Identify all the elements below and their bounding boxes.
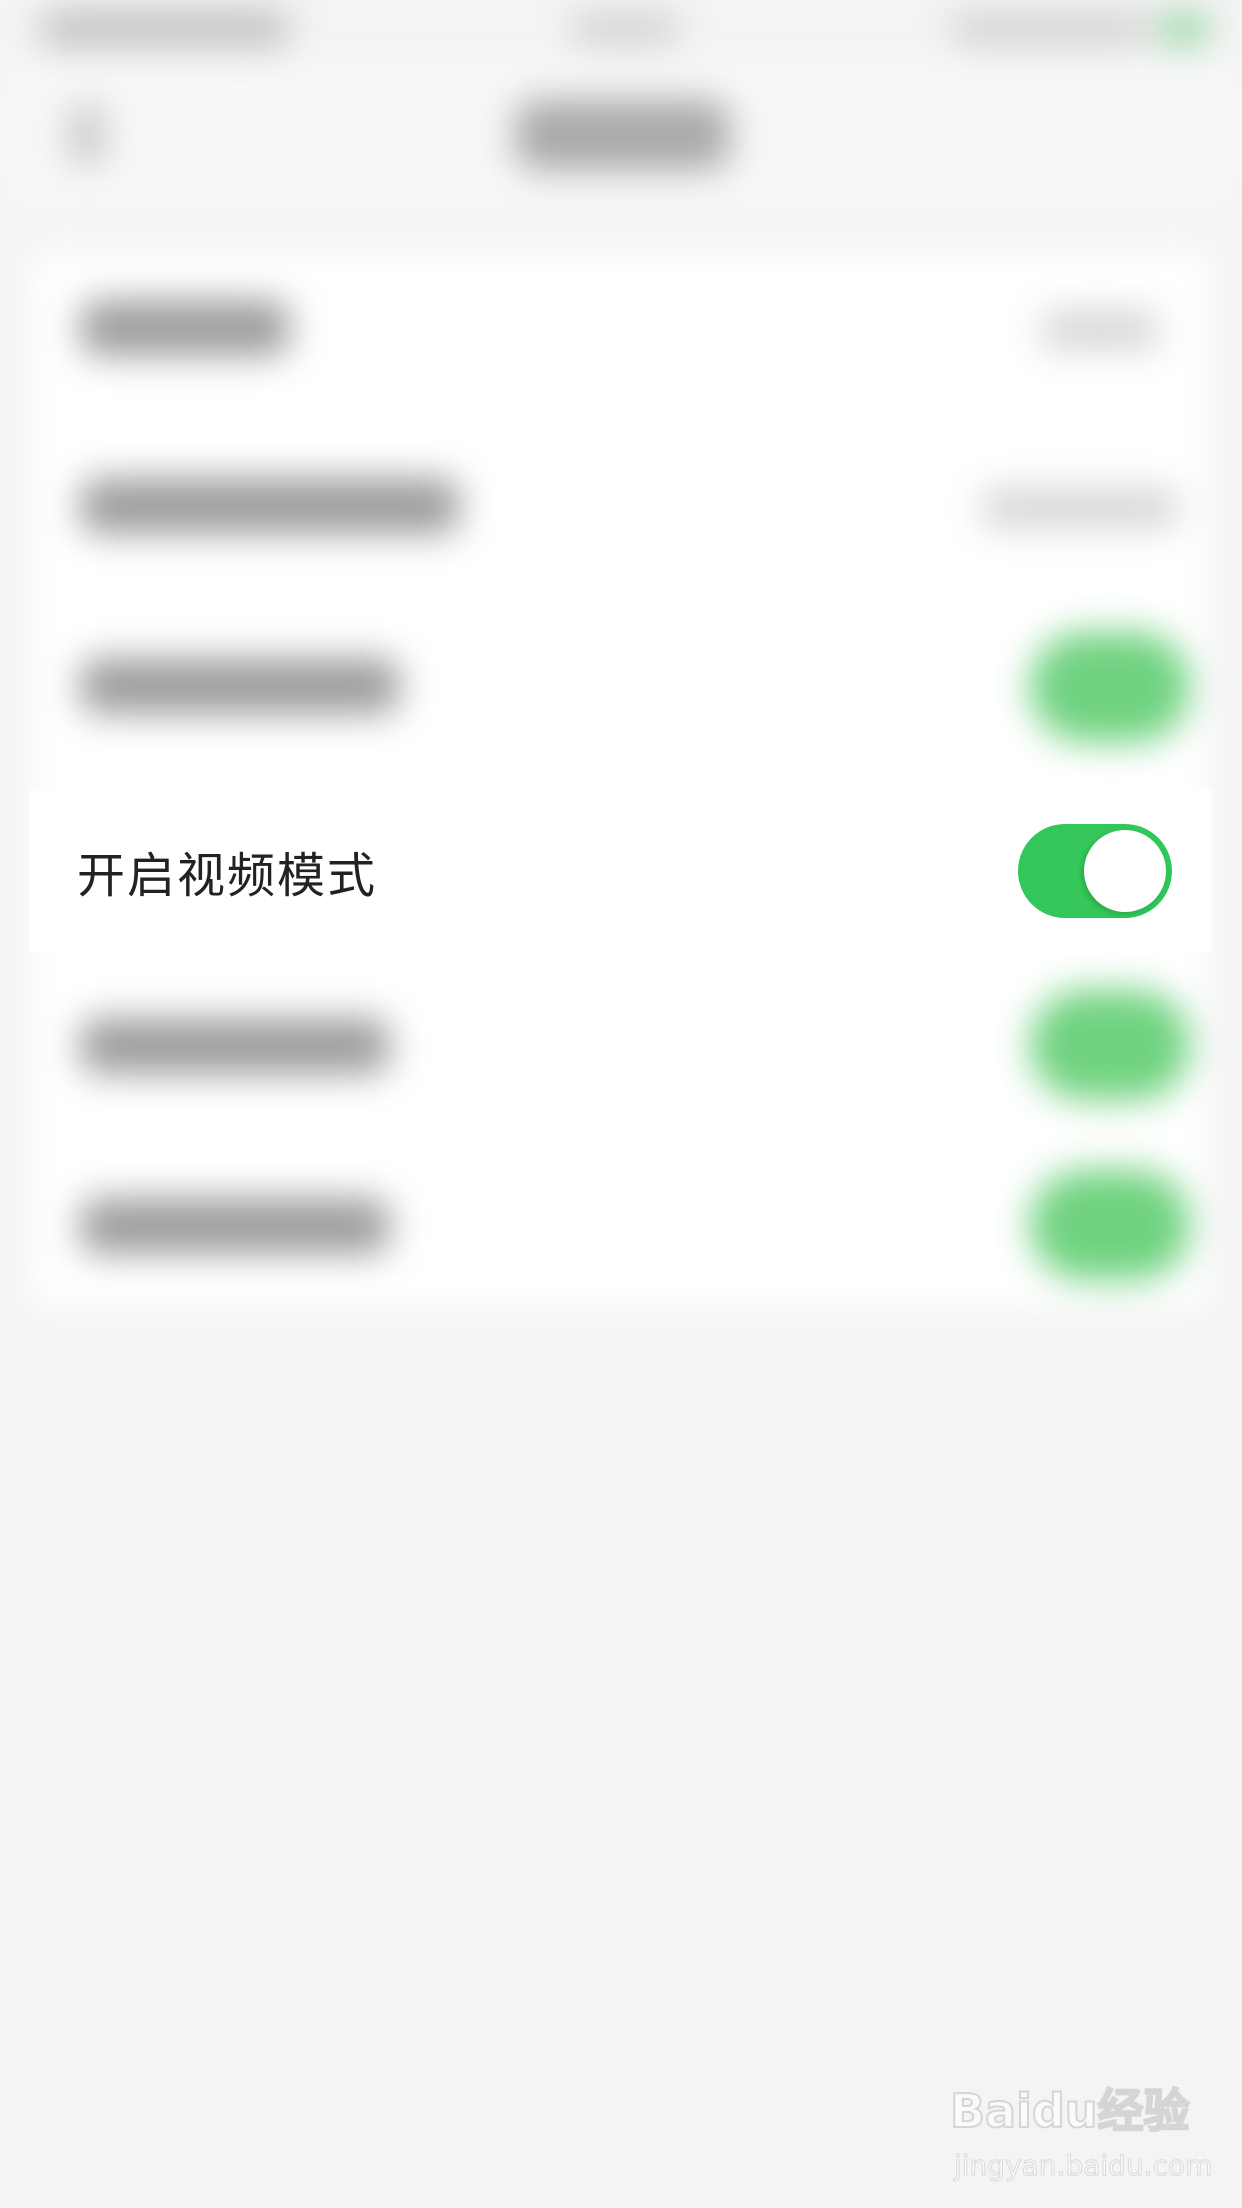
blurred-row-label: [80, 658, 400, 714]
watermark-url: jingyan.baidu.com: [953, 2149, 1213, 2183]
blurred-background: [0, 0, 1242, 1400]
blurred-toggle: [1030, 632, 1190, 742]
blurred-row-label: [80, 300, 290, 356]
blurred-row-label: [80, 478, 460, 534]
back-chevron-icon[interactable]: [70, 105, 104, 165]
settings-screen: 开启视频模式 Baidu经验 jingyan.baidu.com: [0, 0, 1242, 2208]
settings-list-blur: [30, 250, 1212, 1310]
blurred-row-label: [80, 1018, 390, 1074]
page-title-blur: [515, 100, 730, 170]
toggle-knob[interactable]: [1084, 830, 1166, 912]
blurred-row-label: [80, 1198, 390, 1254]
status-bar: [0, 0, 1242, 60]
watermark-logo: Baidu经验: [949, 2083, 1191, 2139]
blurred-row-value: [1040, 310, 1160, 350]
baidu-watermark: Baidu经验 jingyan.baidu.com: [949, 2075, 1213, 2185]
status-carrier-blur: [40, 12, 290, 46]
nav-bar: [0, 60, 1242, 210]
blurred-toggle: [1030, 1170, 1190, 1280]
battery-icon: [1160, 14, 1208, 44]
blurred-row-value: [980, 488, 1180, 528]
video-mode-toggle[interactable]: [1018, 824, 1172, 918]
blurred-toggle: [1030, 990, 1190, 1100]
settings-row-video-mode[interactable]: 开启视频模式: [30, 790, 1212, 952]
status-time-blur: [570, 14, 680, 44]
row-label: 开启视频模式: [77, 848, 378, 904]
status-indicators-blur: [950, 14, 1150, 44]
